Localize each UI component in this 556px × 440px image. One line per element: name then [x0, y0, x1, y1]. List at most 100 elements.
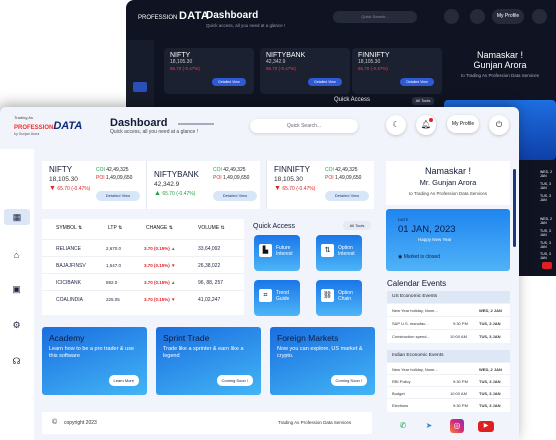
dark-grid-icon[interactable]: [133, 82, 147, 92]
row-volume: 41,02,247: [198, 297, 221, 303]
stock-table: SYMBOL ⇅ LTP ⇅ CHANGE ⇅ VOLUME ⇅ RELIANC…: [42, 219, 244, 315]
row-change: 3.70 (0.15%) ▼: [144, 297, 176, 302]
sidebar-settings-icon[interactable]: ⚙: [10, 319, 23, 332]
sidebar-home-icon[interactable]: ⌂: [10, 249, 23, 262]
poi-label: POI: [96, 175, 105, 181]
poi-value: 1,49,09,650: [223, 175, 250, 181]
sprint-trade-card: Sprint Trade Trade like a sprinter & ear…: [156, 327, 261, 395]
moon-icon[interactable]: ☾: [386, 115, 406, 135]
table-row[interactable]: ICICIBANK 892.0 3.70 (0.15%) ▲ 96, 88, 2…: [42, 273, 244, 290]
event-row[interactable]: New Year holiday, None... WED, 2 JAN: [387, 362, 510, 374]
dark-quick-access-title: Quick Access: [334, 97, 371, 103]
poi-label: POI: [213, 175, 222, 181]
event-row[interactable]: New Year holiday, None... WED, 2 JAN: [387, 303, 510, 315]
sidebar-dashboard-icon[interactable]: ▦: [4, 209, 30, 225]
down-arrow-icon: ▼: [274, 185, 281, 192]
ticker-change: 65.70 (-0.47%): [282, 186, 316, 192]
column-header-ltp[interactable]: LTP ⇅: [108, 225, 122, 231]
coi-label: COI: [325, 167, 334, 173]
title-divider: [178, 123, 214, 125]
ticker-card-nifty: NIFTY 18,105.30 ▼ 65.70 (-0.47%) COI 42,…: [42, 161, 146, 209]
card-description: Learn how to be a pro trader & use this …: [49, 346, 134, 359]
coi-value: 42,49,325: [106, 167, 129, 173]
table-row[interactable]: BAJAJFINSV 1,547.0 3.70 (0.15%) ▼ 26,38,…: [42, 256, 244, 273]
dark-profile[interactable]: My Profile: [492, 9, 524, 24]
up-arrow-icon: ▲: [171, 280, 176, 285]
learn-more-button[interactable]: Learn More: [108, 375, 139, 386]
detailed-view-button[interactable]: Detailed View: [213, 191, 257, 201]
row-change: 3.70 (0.15%) ▲: [144, 280, 176, 285]
dark-search[interactable]: Quick Search...: [333, 11, 417, 23]
dark-moon-icon[interactable]: [444, 9, 459, 24]
dark-detailed-view-button[interactable]: Detailed View: [212, 78, 246, 86]
detailed-view-button[interactable]: Detailed View: [325, 191, 369, 201]
down-arrow-icon: ▼: [171, 263, 176, 268]
poi-value: 1,49,09,650: [335, 175, 362, 181]
dark-list-item: TUS, 3 JAN: [540, 182, 551, 190]
row-ltp: 2,670.0: [106, 246, 122, 251]
row-symbol: RELIANCE: [56, 246, 82, 252]
dark-youtube-icon[interactable]: [542, 262, 552, 269]
trend-icon: ⌗: [259, 289, 272, 302]
whatsapp-icon[interactable]: ✆: [396, 419, 410, 433]
search-input[interactable]: Quick Search...: [250, 119, 358, 133]
event-row[interactable]: S&P U.S. manufac... 9:30 PM TUS, 3 JAN: [387, 316, 510, 328]
dark-bell-icon[interactable]: [470, 9, 485, 24]
greeting-card: Namaskar ! Mr. Gunjan Arora to Trading A…: [386, 161, 510, 205]
sidebar-support-icon[interactable]: ☊: [10, 355, 23, 368]
instagram-icon[interactable]: ◎: [450, 419, 464, 433]
row-change: 3.70 (0.15%) ▼: [144, 263, 176, 268]
date-occasion: Happy New Year: [418, 237, 452, 242]
table-row[interactable]: COALINDIA 225.05 3.70 (0.15%) ▼ 41,02,24…: [42, 290, 244, 307]
date-label: DATE: [398, 217, 409, 222]
column-header-volume[interactable]: VOLUME ⇅: [198, 225, 225, 231]
youtube-icon[interactable]: ▶: [478, 421, 494, 432]
all-tools-button[interactable]: All Tools: [343, 221, 371, 230]
quick-access-trend-guide[interactable]: ⌗ Trend Guide: [254, 280, 300, 316]
sidebar-calendar-icon[interactable]: ▣: [10, 283, 23, 296]
dark-list-item: TUS, 3 JAN: [540, 229, 551, 237]
table-row[interactable]: RELIANCE 2,670.0 3.70 (0.15%) ▲ 33,64,09…: [42, 239, 244, 256]
quick-access-option-interest[interactable]: ⇅ Option Interest: [316, 235, 362, 271]
quick-access-option-chain[interactable]: ⛓ Option Chain: [316, 280, 362, 316]
dark-logo: PROFESSION DATA: [138, 10, 210, 22]
detailed-view-button[interactable]: Detailed View: [96, 191, 140, 201]
event-row[interactable]: Construction spend... 10:00 AM TUS, 3 JAN: [387, 329, 510, 341]
greeting-name: Mr. Gunjan Arora: [419, 178, 477, 187]
dark-detailed-view-button[interactable]: Detailed View: [400, 78, 434, 86]
event-row[interactable]: Elections 9:30 PM TUS, 3 JAN: [387, 398, 510, 410]
dark-power-icon[interactable]: [532, 9, 547, 24]
event-row[interactable]: Budget 10:00 AM TUS, 3 JAN: [387, 386, 510, 398]
column-header-change[interactable]: CHANGE ⇅: [146, 225, 173, 231]
coming-soon-button[interactable]: Coming Soon !: [330, 375, 367, 386]
down-arrow-icon: ▼: [171, 297, 176, 302]
bell-icon[interactable]: 🔔︎: [416, 115, 436, 135]
up-arrow-icon: ▲: [154, 190, 161, 197]
brand-logo[interactable]: Trading As PROFESSIONDATA by Gunjan Aror…: [14, 115, 84, 136]
event-row[interactable]: RBI Policy 9:30 PM TUS, 3 JAN: [387, 374, 510, 386]
dark-list-item: TUS, 3 JAN: [540, 194, 551, 202]
column-header-symbol[interactable]: SYMBOL ⇅: [56, 225, 82, 231]
footer: © copyright 2023 Trading As Profession D…: [42, 412, 372, 434]
telegram-icon[interactable]: ➤: [422, 419, 436, 433]
greeting-title: Namaskar !: [424, 166, 471, 176]
dark-detailed-view-button[interactable]: Detailed View: [308, 78, 342, 86]
quick-access-future-interest[interactable]: ▙ Future Interest: [254, 235, 300, 271]
coi-value: 42,49,325: [335, 167, 358, 173]
scrollbar[interactable]: [513, 169, 516, 247]
footer-company: Trading As Profession Data Services: [278, 420, 352, 425]
coming-soon-button[interactable]: Coming Soon !: [216, 375, 253, 386]
row-ltp: 225.05: [106, 297, 120, 302]
profile-button[interactable]: My Profile: [447, 115, 479, 133]
dark-list-item: WED, 2 JAN: [540, 217, 553, 225]
quick-access-title: Quick Access: [253, 223, 296, 230]
power-icon[interactable]: ⏻: [489, 115, 509, 135]
ticker-change: 65.70 (-0.47%): [162, 191, 196, 197]
chain-icon: ⛓: [321, 289, 334, 302]
ticker-value: 42,342.9: [154, 181, 180, 188]
ticker-card-finnifty: FINNIFTY 18,105.30 ▼ 65.70 (-0.47%) COI …: [266, 161, 374, 209]
dark-subtitle: Quick access, all you need at a glance !: [206, 23, 286, 28]
dark-all-tools[interactable]: All Tools: [412, 97, 434, 105]
row-volume: 33,64,092: [198, 246, 221, 252]
date-box: DATE 01 JAN, 2023 Happy New Year ◉ Marke…: [386, 209, 510, 271]
